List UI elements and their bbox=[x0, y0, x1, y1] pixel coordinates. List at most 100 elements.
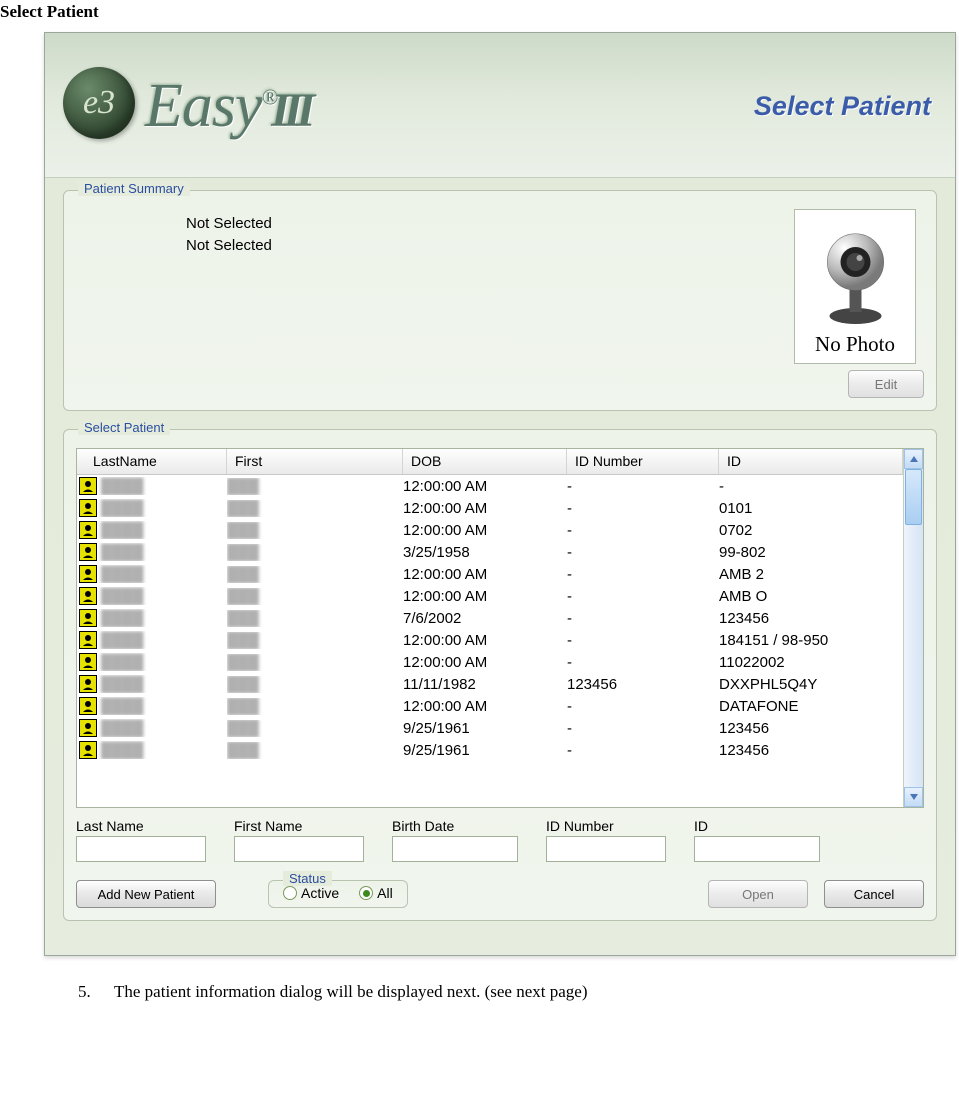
add-new-patient-button[interactable]: Add New Patient bbox=[76, 880, 216, 908]
edit-button[interactable]: Edit bbox=[848, 370, 924, 398]
cell-dob: 9/25/1961 bbox=[403, 742, 567, 759]
cell-first: ███ bbox=[227, 566, 259, 583]
table-row[interactable]: ███████11/11/1982123456DXXPHL5Q4Y bbox=[77, 673, 903, 695]
cell-first: ███ bbox=[227, 478, 259, 495]
status-radio-active[interactable]: Active bbox=[283, 885, 339, 901]
filter-row: Last Name First Name Birth Date ID Numbe… bbox=[76, 818, 924, 862]
cell-dob: 9/25/1961 bbox=[403, 720, 567, 737]
cell-idnumber: - bbox=[567, 566, 719, 583]
scrollbar-thumb[interactable] bbox=[905, 469, 922, 525]
table-row[interactable]: ███████12:00:00 AM-AMB 2 bbox=[77, 563, 903, 585]
person-icon bbox=[79, 565, 97, 583]
summary-line-2: Not Selected bbox=[186, 235, 794, 257]
table-row[interactable]: ███████12:00:00 AM-- bbox=[77, 475, 903, 497]
logo-text: Easy®III bbox=[145, 75, 309, 137]
scrollbar-track[interactable] bbox=[904, 469, 923, 787]
cell-lastname: ████ bbox=[101, 610, 144, 627]
cell-idnumber: - bbox=[567, 742, 719, 759]
filter-input-firstname[interactable] bbox=[234, 836, 364, 862]
column-header-dob[interactable]: DOB bbox=[403, 449, 567, 474]
cell-id: 99-802 bbox=[719, 544, 903, 561]
person-icon bbox=[79, 697, 97, 715]
cell-first: ███ bbox=[227, 588, 259, 605]
footnote-text: The patient information dialog will be d… bbox=[114, 982, 588, 1002]
logo-badge: e3 bbox=[63, 67, 135, 139]
table-row[interactable]: ███████12:00:00 AM-DATAFONE bbox=[77, 695, 903, 717]
cell-first: ███ bbox=[227, 522, 259, 539]
cell-id: DATAFONE bbox=[719, 698, 903, 715]
page-heading: Select Patient bbox=[0, 0, 959, 32]
cell-idnumber: - bbox=[567, 654, 719, 671]
status-legend: Status bbox=[283, 871, 332, 886]
cell-first: ███ bbox=[227, 676, 259, 693]
patient-summary-group: Patient Summary Not Selected Not Selecte… bbox=[63, 190, 937, 411]
table-row[interactable]: ███████12:00:00 AM-184151 / 98-950 bbox=[77, 629, 903, 651]
status-radio-all[interactable]: All bbox=[359, 885, 393, 901]
person-icon bbox=[79, 587, 97, 605]
table-row[interactable]: ███████9/25/1961-123456 bbox=[77, 739, 903, 761]
cell-first: ███ bbox=[227, 610, 259, 627]
cell-idnumber: - bbox=[567, 610, 719, 627]
cell-lastname: ████ bbox=[101, 698, 144, 715]
table-row[interactable]: ███████12:00:00 AM-0702 bbox=[77, 519, 903, 541]
status-active-label: Active bbox=[301, 885, 339, 901]
select-patient-group: Select Patient LastName First DOB ID Num… bbox=[63, 429, 937, 921]
listview-header[interactable]: LastName First DOB ID Number ID bbox=[77, 449, 903, 475]
cell-id: 123456 bbox=[719, 720, 903, 737]
dialog-header: e3 Easy®III Select Patient bbox=[45, 33, 955, 178]
table-row[interactable]: ███████12:00:00 AM-AMB O bbox=[77, 585, 903, 607]
cell-dob: 12:00:00 AM bbox=[403, 632, 567, 649]
table-row[interactable]: ███████9/25/1961-123456 bbox=[77, 717, 903, 739]
open-button[interactable]: Open bbox=[708, 880, 808, 908]
person-icon bbox=[79, 675, 97, 693]
patient-listview[interactable]: LastName First DOB ID Number ID ███████1… bbox=[76, 448, 924, 808]
filter-label-firstname: First Name bbox=[234, 818, 364, 834]
cell-idnumber: - bbox=[567, 588, 719, 605]
column-header-idnumber[interactable]: ID Number bbox=[567, 449, 719, 474]
no-photo-label: No Photo bbox=[815, 332, 895, 357]
filter-label-id: ID bbox=[694, 818, 820, 834]
table-row[interactable]: ███████12:00:00 AM-0101 bbox=[77, 497, 903, 519]
cell-idnumber: - bbox=[567, 478, 719, 495]
cell-id: 0702 bbox=[719, 522, 903, 539]
radio-icon bbox=[359, 886, 373, 900]
scroll-up-button[interactable] bbox=[904, 449, 923, 469]
column-header-first[interactable]: First bbox=[227, 449, 403, 474]
table-row[interactable]: ███████7/6/2002-123456 bbox=[77, 607, 903, 629]
person-icon bbox=[79, 521, 97, 539]
patient-photo-frame: No Photo bbox=[794, 209, 916, 364]
table-row[interactable]: ███████12:00:00 AM-11022002 bbox=[77, 651, 903, 673]
summary-line-1: Not Selected bbox=[186, 213, 794, 235]
column-header-lastname[interactable]: LastName bbox=[77, 449, 227, 474]
cell-first: ███ bbox=[227, 742, 259, 759]
cell-id: AMB O bbox=[719, 588, 903, 605]
cancel-button[interactable]: Cancel bbox=[824, 880, 924, 908]
table-row[interactable]: ███████3/25/1958-99-802 bbox=[77, 541, 903, 563]
cell-lastname: ████ bbox=[101, 588, 144, 605]
filter-input-birthdate[interactable] bbox=[392, 836, 518, 862]
cell-dob: 12:00:00 AM bbox=[403, 698, 567, 715]
filter-input-lastname[interactable] bbox=[76, 836, 206, 862]
cell-lastname: ████ bbox=[101, 544, 144, 561]
column-header-id[interactable]: ID bbox=[719, 449, 903, 474]
person-icon bbox=[79, 543, 97, 561]
logo-suffix: III bbox=[271, 84, 309, 137]
cell-idnumber: - bbox=[567, 632, 719, 649]
logo-main: Easy bbox=[145, 72, 262, 140]
cell-lastname: ████ bbox=[101, 566, 144, 583]
filter-label-idnumber: ID Number bbox=[546, 818, 666, 834]
cell-first: ███ bbox=[227, 720, 259, 737]
cell-idnumber: - bbox=[567, 500, 719, 517]
footnote-number: 5. bbox=[78, 982, 96, 1002]
person-icon bbox=[79, 477, 97, 495]
cell-lastname: ████ bbox=[101, 676, 144, 693]
listview-scrollbar[interactable] bbox=[903, 449, 923, 807]
scroll-down-button[interactable] bbox=[904, 787, 923, 807]
filter-input-id[interactable] bbox=[694, 836, 820, 862]
patient-summary-legend: Patient Summary bbox=[78, 181, 190, 196]
filter-label-lastname: Last Name bbox=[76, 818, 206, 834]
filter-input-idnumber[interactable] bbox=[546, 836, 666, 862]
cell-lastname: ████ bbox=[101, 720, 144, 737]
person-icon bbox=[79, 609, 97, 627]
cell-dob: 12:00:00 AM bbox=[403, 588, 567, 605]
